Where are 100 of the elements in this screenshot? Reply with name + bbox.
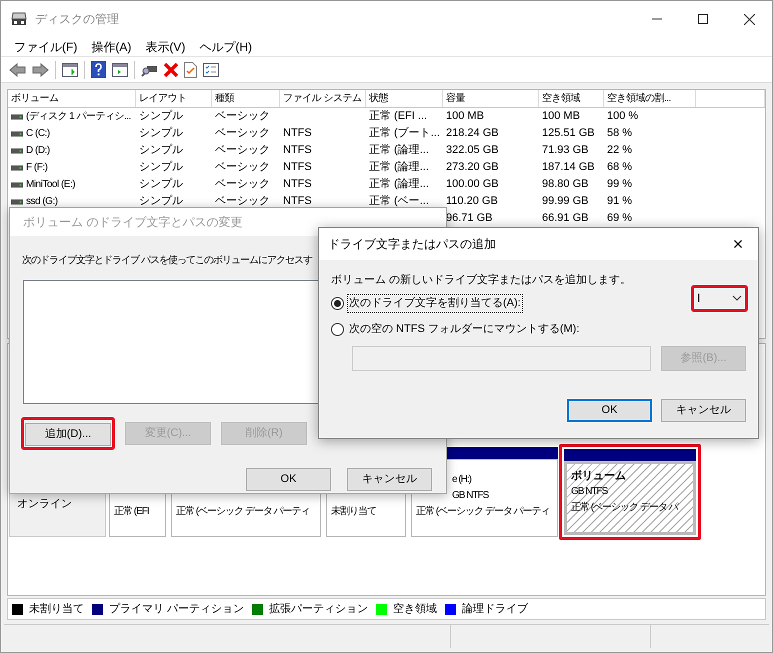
table-cell-text: 273.20 GB	[446, 160, 499, 175]
partition-text: GB NTFS	[571, 485, 609, 499]
legend-label: プライマリ パーティション	[109, 602, 244, 617]
disk-icon	[11, 12, 27, 26]
back-arrow-icon[interactable]	[9, 62, 26, 76]
table-cell-text: NTFS	[283, 194, 312, 209]
radio-button[interactable]	[331, 297, 344, 310]
table-cell-text: ベーシック	[215, 160, 270, 175]
table-cell-text: C (C:)	[26, 127, 50, 141]
window-title: ディスクの管理	[35, 11, 119, 28]
column-header[interactable]: ファイル システム	[280, 90, 366, 107]
column-header[interactable]: 容量	[443, 90, 539, 107]
table-cell-text: シンプル	[139, 176, 183, 192]
dialog-button[interactable]: キャンセル	[661, 398, 746, 422]
table-cell-text: (ディスク 1 パーティシ...	[26, 110, 131, 124]
panel-icon[interactable]	[62, 62, 78, 76]
partition-text: GB NTFS	[451, 489, 490, 503]
help-icon[interactable]	[91, 61, 106, 78]
dialog-button[interactable]: OK	[246, 468, 331, 491]
table-cell-text: 正常 (論理...	[369, 143, 429, 158]
dialog-title: ボリューム のドライブ文字とパスの変更	[23, 214, 242, 231]
drive-icon	[11, 130, 23, 136]
chevron-down-icon	[732, 295, 742, 301]
table-cell-text: シンプル	[139, 142, 183, 158]
table-cell-text: NTFS	[283, 143, 312, 158]
delete-icon[interactable]	[164, 62, 178, 76]
menu-item[interactable]: 表示(V)	[138, 38, 192, 56]
close-button[interactable]: ×	[726, 232, 750, 256]
partition-text: e (H:)	[451, 473, 472, 487]
table-cell-text: 正常 (論理...	[369, 177, 429, 192]
menu-item[interactable]: ファイル(F)	[7, 38, 84, 56]
table-cell-text: 91 %	[607, 194, 632, 209]
table-cell-text: 71.93 GB	[542, 143, 588, 158]
legend-label: 論理ドライブ	[462, 602, 528, 617]
table-cell-text: 100 MB	[446, 109, 484, 124]
table-cell-text: 100 MB	[542, 109, 580, 124]
table-cell-text: シンプル	[139, 126, 183, 141]
table-cell-text: 正常 (EFI ...	[369, 109, 428, 124]
table-cell-text: ベーシック	[215, 194, 270, 209]
table-cell-text: ssd (G:)	[26, 195, 58, 209]
dialog-button[interactable]: キャンセル	[347, 468, 432, 491]
radio-label[interactable]: 次のドライブ文字を割り当てる(A):	[347, 294, 523, 313]
table-cell-text: 66.91 GB	[542, 211, 588, 226]
forward-arrow-icon[interactable]	[32, 62, 49, 76]
partition-name: ボリューム	[571, 469, 627, 484]
table-cell-text: 68 %	[607, 160, 632, 175]
checked-document-icon[interactable]	[184, 62, 197, 78]
drive-icon	[11, 198, 23, 204]
drive-icon	[11, 148, 23, 154]
table-cell-text: 100 %	[607, 109, 638, 124]
table-cell-text: 96.71 GB	[446, 211, 492, 226]
table-cell-text: F (F:)	[26, 161, 48, 175]
column-header[interactable]: 状態	[366, 90, 443, 107]
column-header[interactable]: 空き領域	[539, 90, 604, 107]
table-cell-text: D (D:)	[26, 144, 50, 158]
column-header[interactable]: 種類	[212, 90, 280, 107]
partition-text: 正常 (ベーシック データ パーティ	[176, 504, 311, 519]
radio-button[interactable]	[331, 323, 344, 336]
drive-icon	[11, 182, 23, 188]
table-cell-text: 正常 (論理...	[369, 160, 429, 175]
dialog-title: ドライブ文字またはパスの追加	[328, 236, 496, 253]
legend-label: 未割り当て	[29, 602, 84, 617]
checklist-icon[interactable]	[203, 62, 219, 76]
table-cell-text: 218.24 GB	[446, 126, 499, 141]
table-cell-text: シンプル	[139, 108, 183, 124]
table-cell-text: シンプル	[139, 194, 183, 209]
table-cell-text: NTFS	[283, 126, 312, 141]
table-cell-text: ベーシック	[215, 177, 270, 192]
table-cell-text: NTFS	[283, 177, 312, 192]
menu-item[interactable]: 操作(A)	[84, 38, 138, 56]
maximize-icon	[698, 14, 708, 24]
drive-icon	[11, 114, 23, 120]
table-cell-text: 正常 (ブート...	[369, 126, 440, 141]
radio-label[interactable]: 次の空の NTFS フォルダーにマウントする(M):	[347, 320, 582, 339]
column-header[interactable]: ボリューム	[8, 90, 136, 107]
legend-label: 拡張パーティション	[269, 602, 368, 617]
table-cell-text: MiniTool (E:)	[26, 178, 76, 192]
legend-label: 空き領域	[393, 602, 438, 617]
menu-item[interactable]: ヘルプ(H)	[192, 38, 259, 56]
column-header[interactable]: 空き領域の割...	[604, 90, 696, 107]
table-cell-text: 100.00 GB	[446, 177, 499, 192]
drive-icon	[11, 164, 23, 170]
dialog-button[interactable]: 追加(D)...	[25, 422, 111, 446]
table-cell-text: ベーシック	[215, 126, 270, 141]
partition-text: 正常 (ベーシック データ パーティ	[416, 504, 551, 519]
partition-box[interactable]: ボリューム GB NTFS 正常 (ベーシック データ パ	[564, 461, 696, 535]
table-cell-text: ベーシック	[215, 143, 270, 158]
table-cell-text: 58 %	[607, 126, 632, 141]
close-icon	[744, 14, 754, 24]
table-cell-text: 125.51 GB	[542, 126, 595, 141]
table-cell-text: 22 %	[607, 143, 632, 158]
table-cell-text: NTFS	[283, 160, 312, 175]
table-cell-text: 187.14 GB	[542, 160, 595, 175]
column-header[interactable]: レイアウト	[136, 90, 212, 107]
disk-status: オンライン	[17, 496, 73, 512]
partition-text: 正常 (EFI	[114, 504, 150, 519]
panel-icon[interactable]	[112, 62, 128, 76]
drive-letter-dropdown[interactable]: I	[691, 284, 748, 312]
dialog-button[interactable]: OK	[567, 398, 652, 422]
table-cell-text: 正常 (ベー...	[369, 194, 429, 209]
